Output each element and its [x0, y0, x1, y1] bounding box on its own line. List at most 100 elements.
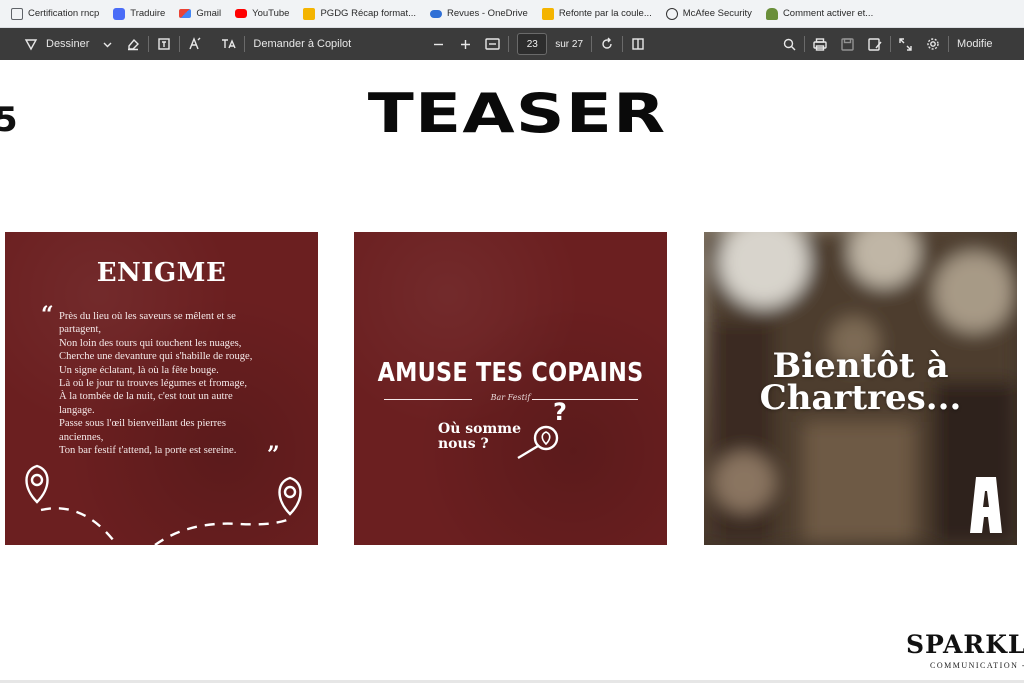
bookmark-mcafee[interactable]: McAfee Security — [659, 3, 759, 25]
save-as-icon — [868, 37, 882, 51]
bookmark-comment-activer[interactable]: Comment activer et... — [759, 3, 880, 25]
bookmark-pgdg[interactable]: PGDG Récap format... — [296, 3, 423, 25]
page-view-icon — [632, 38, 644, 50]
bookmark-label: PGDG Récap format... — [320, 8, 417, 19]
amuse-card: AMUSE TES COPAINS Bar Festif Où somme no… — [354, 232, 667, 545]
fit-width-icon — [485, 38, 500, 50]
text-box-button[interactable] — [157, 32, 171, 56]
bookmark-gmail[interactable]: Gmail — [172, 3, 228, 25]
youtube-icon — [235, 9, 248, 18]
pdf-page-view[interactable]: 5 TEASER ENIGME “ Près du lieu où les sa… — [0, 60, 1024, 683]
pin-dot — [30, 473, 44, 487]
rotate-icon — [602, 37, 612, 49]
question-line: Où somme — [438, 421, 522, 437]
print-button[interactable] — [813, 32, 827, 56]
question-line: nous ? — [438, 436, 489, 452]
settings-button[interactable] — [926, 32, 940, 56]
divider-line — [532, 399, 638, 400]
fit-page-button[interactable] — [485, 32, 500, 56]
bookmark-label: Refonte par la coule... — [558, 8, 652, 19]
bookmark-label: Certification rncp — [28, 8, 100, 19]
amuse-headline: AMUSE TES COPAINS — [377, 358, 644, 388]
save-button[interactable] — [841, 32, 854, 56]
search-button[interactable] — [783, 32, 796, 56]
toolbar-divider — [508, 36, 510, 52]
toolbar-divider — [591, 36, 593, 52]
folder-icon — [11, 7, 23, 20]
where-question: Où somme nous ? — [438, 422, 521, 452]
page-title: TEASER — [367, 82, 667, 145]
translate-icon — [222, 39, 237, 49]
draw-dropdown-button[interactable] — [103, 32, 112, 56]
gmail-icon — [179, 9, 192, 18]
cloud-icon — [430, 9, 443, 18]
toolbar-divider — [179, 36, 181, 52]
save-as-button[interactable] — [868, 32, 882, 56]
pdf-toolbar: Dessiner Demander à Copilot 23 sur 27 Mo… — [0, 28, 1024, 60]
pin-dot — [283, 485, 297, 499]
page-current: 23 — [526, 38, 538, 50]
toolbar-divider — [622, 36, 624, 52]
toolbar-divider — [244, 36, 246, 52]
enigme-card: ENIGME “ Près du lieu où les saveurs se … — [5, 232, 318, 545]
bar-festif-tagline: Bar Festif — [490, 393, 531, 402]
print-icon — [813, 37, 827, 51]
folder-icon — [303, 7, 316, 20]
chevron-down-icon — [103, 42, 112, 47]
search-icon — [783, 38, 796, 50]
brand-subtitle: COMMUNICATION - EV — [930, 661, 1024, 670]
minus-icon — [434, 43, 444, 45]
modify-button[interactable]: Modifie — [957, 32, 992, 56]
toolbar-divider — [890, 36, 892, 52]
draw-tool-button[interactable]: Dessiner — [24, 32, 89, 56]
zoom-out-button[interactable] — [433, 32, 444, 56]
draw-label: Dessiner — [46, 38, 90, 50]
eraser-button[interactable] — [126, 32, 140, 56]
zoom-in-button[interactable] — [460, 32, 471, 56]
bookmark-youtube[interactable]: YouTube — [228, 3, 296, 25]
bookmark-refonte[interactable]: Refonte par la coule... — [535, 3, 659, 25]
translate-icon — [113, 7, 126, 20]
question-mark: ? — [553, 398, 567, 426]
bookmark-certification[interactable]: Certification rncp — [4, 3, 106, 25]
letter-a-logo — [970, 477, 1002, 533]
fullscreen-button[interactable] — [899, 32, 912, 56]
bookmarks-bar: Certification rncp Traduire Gmail YouTub… — [0, 0, 1024, 28]
folder-icon — [541, 7, 554, 20]
bookmark-label: McAfee Security — [682, 8, 752, 19]
page-total: sur 27 — [555, 38, 584, 50]
map-route-graphic — [25, 464, 302, 545]
read-aloud-icon — [189, 37, 201, 50]
bookmark-traduire[interactable]: Traduire — [106, 3, 172, 25]
text-box-icon — [158, 38, 171, 50]
draw-icon — [24, 39, 38, 51]
expand-icon — [899, 37, 912, 51]
chartres-card: Bientôt à Chartres... — [704, 232, 1017, 545]
copilot-label: Demander à Copilot — [253, 38, 352, 50]
read-aloud-button[interactable] — [188, 32, 202, 56]
plus-icon — [461, 39, 471, 49]
gear-icon — [927, 38, 939, 50]
toolbar-divider — [804, 36, 806, 52]
globe-icon — [665, 7, 678, 20]
coming-soon-line: Chartres... — [759, 378, 962, 418]
bookmark-label: Revues - OneDrive — [447, 8, 528, 19]
bookmark-onedrive[interactable]: Revues - OneDrive — [423, 3, 535, 25]
save-icon — [841, 37, 854, 51]
bookmark-label: Traduire — [130, 8, 166, 19]
coming-soon-text: Bientôt à Chartres... — [704, 349, 1017, 418]
toolbar-divider — [148, 36, 150, 52]
ask-copilot-button[interactable]: Demander à Copilot — [253, 32, 351, 56]
android-icon — [765, 7, 778, 20]
brand-logo: SPARKLE — [906, 630, 1024, 659]
dashed-route — [40, 507, 288, 545]
modify-label: Modifie — [957, 38, 993, 50]
bookmark-label: YouTube — [252, 8, 290, 19]
page-number-input[interactable]: 23 — [517, 33, 548, 55]
bookmark-label: Comment activer et... — [782, 8, 874, 19]
bookmark-label: Gmail — [196, 8, 222, 19]
magnifier-pin-icon — [517, 425, 559, 460]
page-view-button[interactable] — [631, 32, 645, 56]
rotate-button[interactable] — [600, 32, 614, 56]
translate-button[interactable] — [220, 32, 237, 56]
